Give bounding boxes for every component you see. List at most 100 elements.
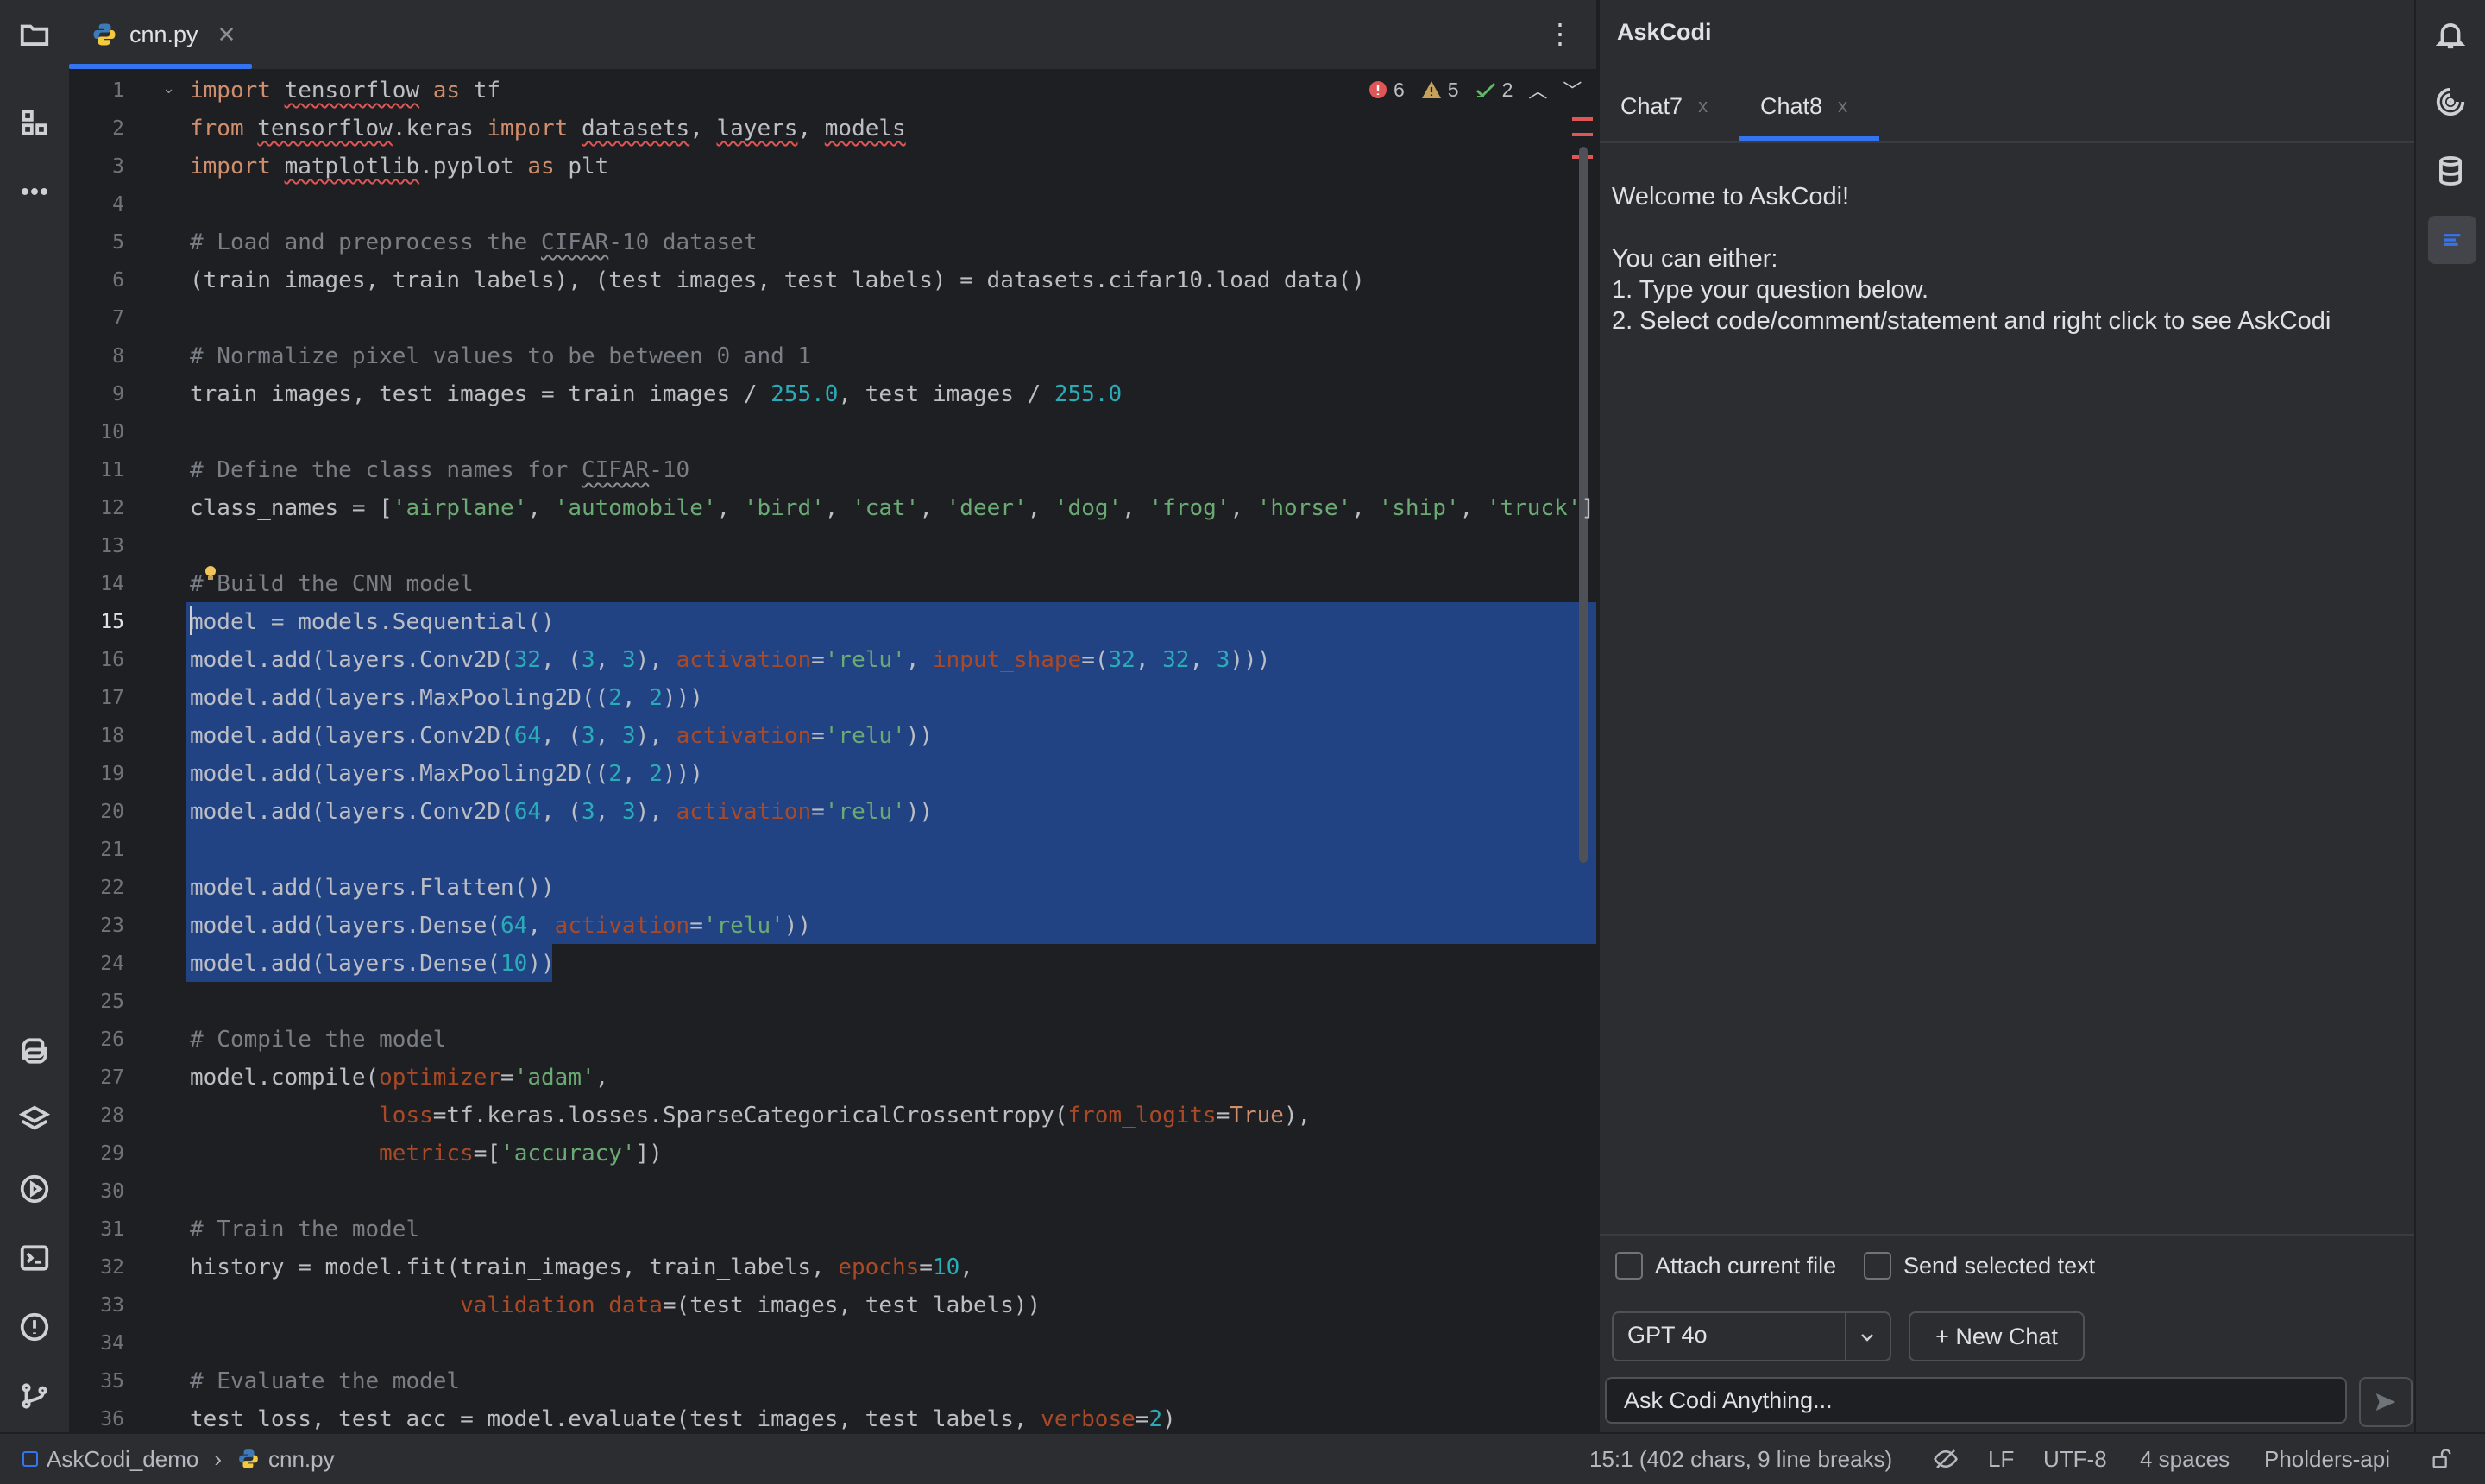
code-line: model.add(layers.Dense(64, activation='r… bbox=[190, 913, 812, 939]
new-chat-button[interactable]: + New Chat bbox=[1909, 1311, 2085, 1361]
code-token: 'automobile' bbox=[554, 495, 717, 521]
code-token: # Train the model bbox=[190, 1217, 420, 1242]
line-number: 20 bbox=[100, 801, 124, 823]
lock-icon[interactable] bbox=[2430, 1434, 2454, 1484]
breadcrumb-file[interactable]: cnn.py bbox=[268, 1446, 335, 1473]
code-line: # Build the CNN model bbox=[190, 565, 474, 603]
editor-tab-cnn[interactable]: cnn.py ✕ bbox=[69, 0, 260, 69]
layers-icon[interactable] bbox=[16, 1101, 53, 1139]
python-console-icon[interactable] bbox=[16, 1032, 53, 1070]
project-folder-icon[interactable] bbox=[16, 16, 53, 53]
code-token: 'frog' bbox=[1148, 495, 1230, 521]
line-number-active: 15 bbox=[100, 611, 124, 633]
code-token: 'adam' bbox=[513, 1065, 595, 1091]
more-tools-icon[interactable] bbox=[16, 173, 53, 211]
code-token: 64 bbox=[513, 799, 541, 825]
code-line: model.add(layers.MaxPooling2D((2, 2))) bbox=[190, 685, 703, 711]
code-token: import bbox=[190, 78, 271, 104]
caret-position[interactable]: 15:1 (402 chars, 9 line breaks) bbox=[1589, 1434, 1892, 1484]
attach-file-checkbox[interactable] bbox=[1615, 1252, 1643, 1280]
code-token: CIFAR bbox=[581, 457, 650, 483]
tab-chat8[interactable]: Chat8 x bbox=[1760, 71, 1847, 141]
code-token: 3 bbox=[581, 799, 595, 825]
services-icon[interactable] bbox=[16, 1170, 53, 1208]
ask-input[interactable] bbox=[1605, 1377, 2347, 1424]
panel-title: AskCodi bbox=[1617, 19, 1712, 45]
terminal-icon[interactable] bbox=[16, 1239, 53, 1277]
send-selected-label: Send selected text bbox=[1903, 1253, 2096, 1279]
previous-highlight-icon[interactable]: ︿ bbox=[1528, 76, 1547, 104]
hide-highlighting-icon[interactable] bbox=[1933, 1434, 1959, 1484]
python-interpreter[interactable]: Pholders-api bbox=[2264, 1434, 2390, 1484]
model-dropdown[interactable]: GPT 4o bbox=[1612, 1311, 1891, 1361]
code-token: 2 bbox=[608, 685, 622, 711]
next-highlight-icon[interactable]: ﹀ bbox=[1563, 76, 1582, 104]
send-button[interactable] bbox=[2359, 1377, 2413, 1427]
code-token: 'deer' bbox=[946, 495, 1028, 521]
code-token: 64 bbox=[500, 913, 528, 939]
code-token: 64 bbox=[513, 723, 541, 749]
intention-bulb-icon[interactable] bbox=[204, 565, 216, 581]
line-number: 9 bbox=[112, 383, 124, 406]
line-ending[interactable]: LF bbox=[1988, 1434, 2014, 1484]
python-file-icon bbox=[239, 1449, 258, 1468]
module-icon bbox=[22, 1451, 38, 1467]
problems-icon[interactable] bbox=[16, 1308, 53, 1346]
code-line: model.compile(optimizer='adam', bbox=[190, 1065, 609, 1091]
code-token: 32 bbox=[1108, 647, 1136, 673]
code-line: # Load and preprocess the CIFAR-10 datas… bbox=[190, 223, 757, 261]
line-number: 32 bbox=[100, 1256, 124, 1279]
close-chat-tab-icon[interactable]: x bbox=[1838, 95, 1847, 117]
code-token: 10 bbox=[932, 1254, 960, 1280]
code-token: models bbox=[824, 116, 906, 141]
line-number: 26 bbox=[100, 1028, 124, 1051]
notifications-bell-icon[interactable] bbox=[2432, 16, 2469, 53]
code-token: validation_data bbox=[460, 1292, 663, 1318]
python-file-icon bbox=[93, 23, 116, 46]
code-token: 'relu' bbox=[702, 913, 784, 939]
line-number: 4 bbox=[112, 193, 124, 216]
code-line: model.add(layers.MaxPooling2D((2, 2))) bbox=[190, 761, 703, 787]
line-number: 5 bbox=[112, 231, 124, 254]
code-token: activation bbox=[676, 799, 812, 825]
askcodi-tool-icon[interactable] bbox=[2428, 216, 2476, 264]
code-token: from_logits bbox=[1067, 1103, 1217, 1129]
active-chat-tab-indicator bbox=[1740, 136, 1879, 141]
chat-tab-label: Chat8 bbox=[1760, 92, 1823, 119]
breadcrumb-project[interactable]: AskCodi_demo bbox=[47, 1446, 198, 1473]
tab-chat7[interactable]: Chat7 x bbox=[1620, 71, 1708, 141]
line-number: 34 bbox=[100, 1332, 124, 1355]
code-token: 3 bbox=[581, 647, 595, 673]
attach-file-label: Attach current file bbox=[1655, 1253, 1837, 1279]
fold-chevron-icon[interactable]: ⌄ bbox=[162, 79, 175, 97]
model-value: GPT 4o bbox=[1627, 1322, 1708, 1348]
line-number: 1 bbox=[112, 79, 124, 102]
line-number: 27 bbox=[100, 1066, 124, 1089]
git-icon[interactable] bbox=[16, 1377, 53, 1415]
code-token: # Compile the model bbox=[190, 1027, 447, 1053]
code-token: 'relu' bbox=[824, 799, 906, 825]
file-encoding[interactable]: UTF-8 bbox=[2043, 1434, 2107, 1484]
indent-setting[interactable]: 4 spaces bbox=[2140, 1434, 2230, 1484]
code-line: class_names = ['airplane', 'automobile',… bbox=[190, 495, 1595, 521]
error-stripe-marker[interactable] bbox=[1572, 117, 1593, 121]
send-selected-checkbox[interactable] bbox=[1864, 1252, 1891, 1280]
more-options-icon[interactable]: ⋮ bbox=[1546, 17, 1574, 50]
inspection-widget[interactable]: 6 5 2 ︿ ﹀ bbox=[1368, 76, 1582, 104]
code-token: 3 bbox=[621, 723, 636, 749]
code-token: input_shape bbox=[933, 647, 1082, 673]
database-icon[interactable] bbox=[2432, 152, 2469, 190]
ai-assistant-icon[interactable] bbox=[2432, 83, 2469, 121]
close-chat-tab-icon[interactable]: x bbox=[1698, 95, 1708, 117]
code-line: import tensorflow as tf bbox=[190, 78, 501, 104]
code-token: # Define the class names for CIFAR-10 bbox=[190, 457, 690, 483]
structure-icon[interactable] bbox=[16, 104, 53, 141]
welcome-text: 1. Type your question below. bbox=[1612, 276, 1929, 304]
code-token: 'accuracy' bbox=[500, 1141, 636, 1166]
error-stripe-marker[interactable] bbox=[1572, 133, 1593, 136]
line-number: 28 bbox=[100, 1104, 124, 1127]
close-tab-icon[interactable]: ✕ bbox=[217, 22, 236, 48]
code-token: activation bbox=[554, 913, 690, 939]
code-line: loss=tf.keras.losses.SparseCategoricalCr… bbox=[379, 1103, 1312, 1129]
code-token: 255.0 bbox=[771, 381, 839, 407]
